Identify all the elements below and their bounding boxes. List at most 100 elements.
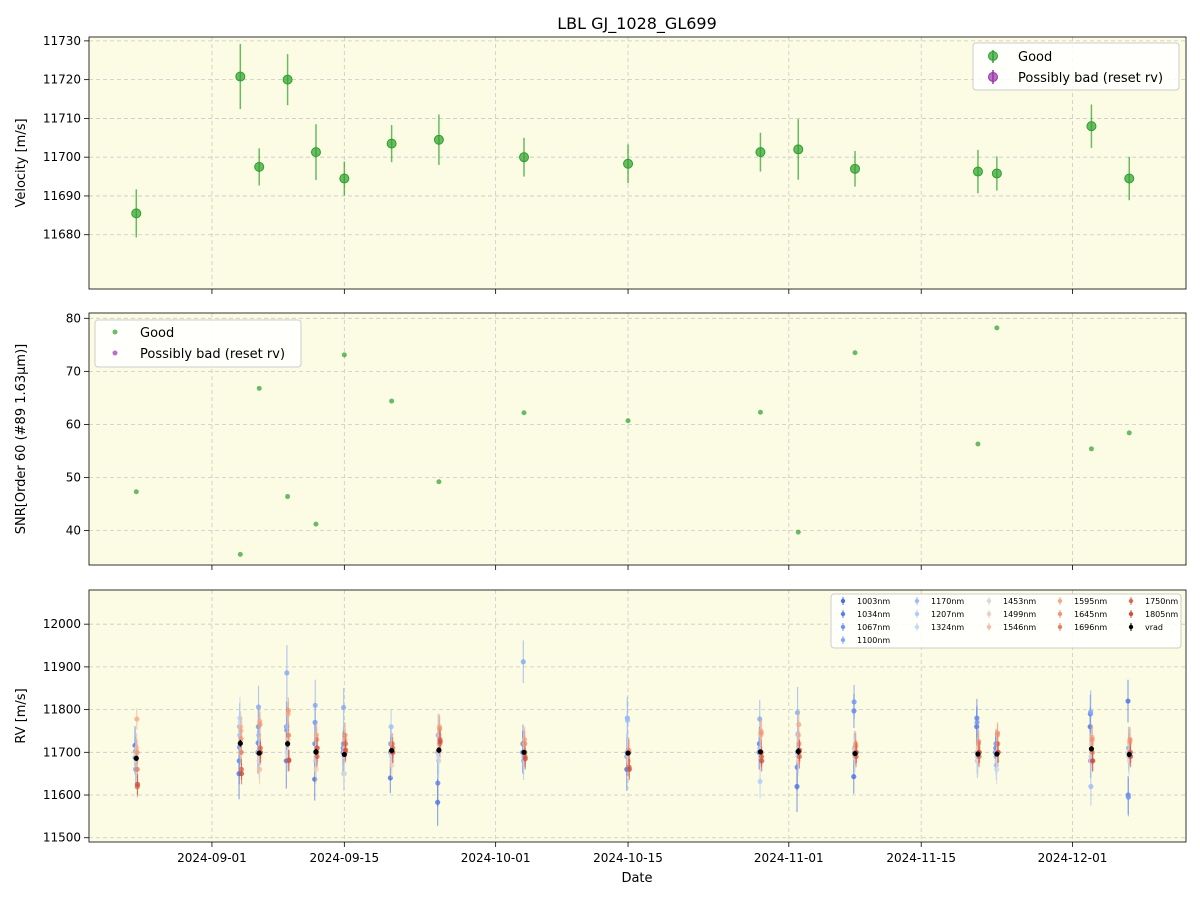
data-point-1100nm — [341, 704, 347, 711]
legend-label-1595nm: 1595nm — [1074, 597, 1107, 606]
data-point-1805nm — [626, 766, 632, 772]
data-point-vrad — [284, 741, 291, 747]
data-point-good — [795, 529, 801, 535]
legend-label-1324nm: 1324nm — [931, 623, 964, 632]
data-point-vrad — [256, 750, 262, 756]
data-point-1499nm — [795, 758, 802, 764]
data-point-good — [623, 158, 634, 169]
y-tick-label: 11680 — [43, 228, 81, 242]
data-point-good — [519, 152, 530, 163]
x-tick-label: 2024-11-15 — [886, 851, 956, 865]
data-point-good — [625, 418, 631, 424]
data-point-good — [386, 138, 397, 149]
data-point-vrad — [313, 749, 319, 755]
legend-marker-1067nm — [840, 624, 846, 630]
data-point-good — [994, 325, 1000, 331]
legend-marker-1696nm — [1057, 624, 1063, 630]
data-point-1645nm — [134, 749, 140, 755]
data-point-1034nm — [435, 780, 441, 786]
legend: Good Possibly bad (reset rv) — [94, 319, 302, 368]
legend-label-1805nm: 1805nm — [1145, 610, 1178, 619]
panels: 11680 11690 11700 11710 11720 11730 Velocity [… — [14, 34, 1187, 865]
y-axis-label: SNR[Order 60 (#89 1.63μm)] — [14, 344, 29, 535]
legend-label-1100nm: 1100nm — [857, 636, 890, 645]
data-point-1805nm — [286, 757, 292, 763]
data-point-good — [237, 551, 243, 557]
y-tick-label: 11730 — [43, 34, 81, 48]
data-point-good — [282, 74, 293, 85]
data-point-1100nm — [284, 670, 290, 676]
data-point-vrad — [1126, 751, 1132, 758]
data-point-1595nm — [134, 716, 140, 722]
legend-marker-1100nm — [840, 637, 846, 643]
data-point-1805nm — [238, 771, 245, 777]
y-tick-label: 11690 — [43, 189, 81, 203]
y-axis-label: Velocity [m/s] — [14, 118, 29, 207]
legend-marker-1595nm — [1057, 598, 1063, 604]
data-point-good — [341, 352, 347, 358]
data-point-1546nm — [256, 766, 263, 772]
data-point-vrad — [994, 751, 1000, 757]
legend-marker-1453nm — [986, 598, 992, 604]
legend-bad-marker — [988, 72, 998, 82]
y-axis-label: RV [m/s] — [14, 688, 29, 743]
data-point-vrad — [625, 750, 631, 756]
y-tick-label: 11500 — [43, 831, 81, 845]
data-point-good — [521, 410, 527, 416]
data-point-good — [1086, 121, 1097, 132]
legend-label-1645nm: 1645nm — [1074, 610, 1107, 619]
legend-label-1207nm: 1207nm — [931, 610, 964, 619]
data-point-good — [972, 166, 983, 177]
legend-marker-1805nm — [1128, 611, 1134, 617]
data-point-good — [433, 134, 444, 145]
data-point-good — [310, 147, 321, 158]
data-point-vrad — [521, 749, 527, 755]
data-point-vrad — [795, 748, 801, 755]
legend-marker-1499nm — [986, 611, 992, 617]
chart-title: LBL GJ_1028_GL699 — [557, 14, 717, 34]
data-point-good — [254, 161, 265, 172]
data-point-good — [131, 208, 142, 219]
panel-velocity: 11680 11690 11700 11710 11720 11730 Velocity [… — [14, 34, 1187, 294]
data-point-1067nm — [1125, 794, 1131, 800]
data-point-good — [755, 147, 766, 158]
legend-bad-label: Possibly bad (reset rv) — [1018, 71, 1163, 86]
legend-marker-1003nm — [840, 598, 846, 604]
data-point-good — [133, 489, 139, 495]
y-tick-label: 11720 — [43, 73, 81, 87]
data-point-1645nm — [758, 730, 764, 736]
data-point-1067nm — [974, 719, 980, 726]
y-tick-label: 11800 — [43, 703, 81, 717]
data-point-good — [975, 441, 981, 447]
x-axis-label: Date — [621, 871, 652, 886]
data-point-1170nm — [388, 724, 394, 730]
legend-good-label: Good — [140, 326, 174, 341]
x-tick-label: 2024-11-01 — [754, 851, 824, 865]
data-point-1696nm — [134, 766, 140, 772]
legend-label-1750nm: 1750nm — [1145, 597, 1178, 606]
figure: LBL GJ_1028_GL699 1168011690117001171011… — [14, 14, 1187, 886]
data-point-vrad — [436, 747, 442, 753]
data-point-vrad — [237, 740, 243, 746]
data-point-1595nm — [796, 721, 802, 728]
data-point-vrad — [757, 749, 764, 755]
data-point-1696nm — [285, 732, 292, 738]
data-point-good — [313, 521, 319, 527]
data-point-vrad — [389, 747, 395, 754]
y-tick-label: 11700 — [43, 745, 81, 759]
legend-marker-1645nm — [1057, 611, 1063, 617]
data-point-1805nm — [1090, 758, 1096, 764]
data-point-1100nm — [520, 659, 526, 665]
data-point-1645nm — [257, 721, 263, 728]
y-tick-label: 40 — [66, 524, 81, 538]
data-point-good — [235, 71, 246, 82]
data-point-1453nm — [341, 771, 347, 777]
legend-label-1034nm: 1034nm — [857, 610, 890, 619]
y-tick-label: 12000 — [43, 617, 81, 631]
data-point-vrad — [341, 751, 347, 758]
data-point-vrad — [852, 750, 858, 757]
legend: 1003nm 1034nm 1067nm 1100nm 1170nm 1207nm 1324… — [830, 593, 1182, 649]
data-point-1067nm — [851, 699, 857, 705]
y-tick-label: 11600 — [43, 788, 81, 802]
legend-marker-1324nm — [914, 624, 920, 630]
